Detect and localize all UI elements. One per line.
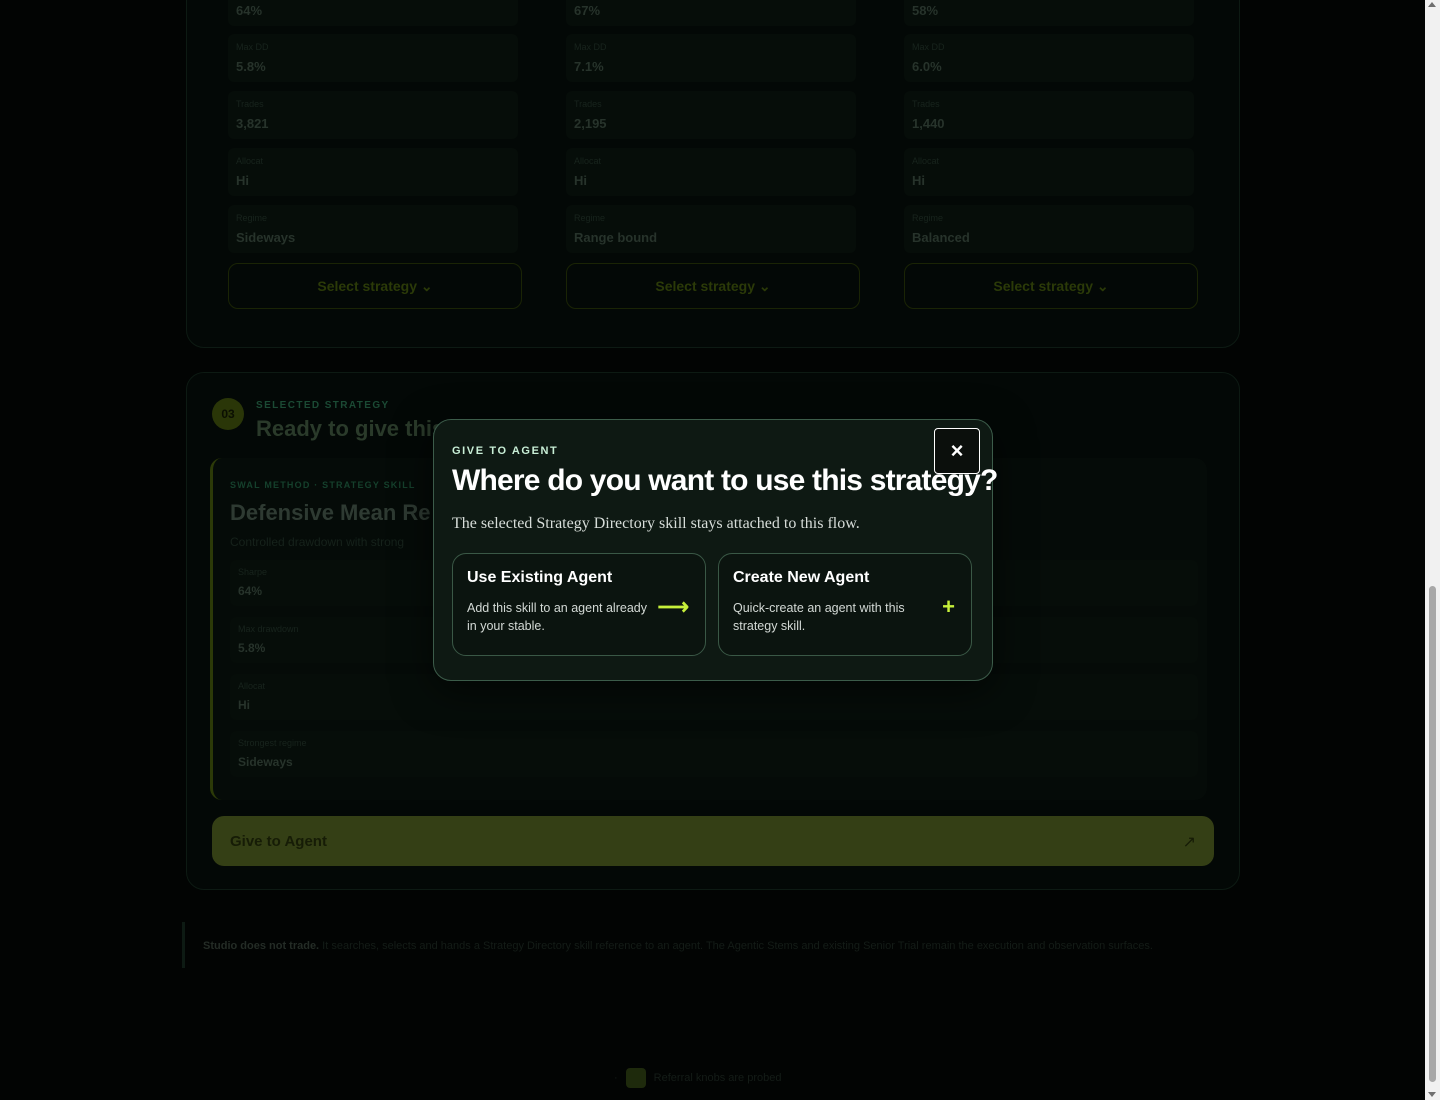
metric-value: Sideways xyxy=(238,755,293,769)
metric-value: 58% xyxy=(912,3,939,18)
metric-win-rate: 58% xyxy=(904,0,1194,26)
option-title: Use Existing Agent xyxy=(467,569,613,586)
metric-value: 5.8% xyxy=(238,641,266,655)
metric-win-rate: 64% xyxy=(228,0,518,26)
use-existing-agent-option[interactable]: Use Existing Agent Add this skill to an … xyxy=(452,553,706,656)
option-description: Add this skill to an agent already in yo… xyxy=(467,601,647,633)
card-kicker: SWAL METHOD · STRATEGY SKILL xyxy=(230,480,416,490)
metric-max-dd: Max DD 7.1% xyxy=(566,34,856,82)
metric-label: Allocat xyxy=(236,156,264,166)
page-scrollbar[interactable] xyxy=(1425,0,1440,1100)
logo-icon xyxy=(625,1068,646,1088)
note-text: Studio does not trade. It searches, sele… xyxy=(203,940,1153,952)
metric-win-rate: 67% xyxy=(566,0,856,26)
metric-label: Allocat xyxy=(238,681,266,691)
give-to-agent-label: Give to Agent xyxy=(230,833,327,850)
dialog-kicker: GIVE TO AGENT xyxy=(452,445,559,457)
metric-value: Sideways xyxy=(236,230,296,245)
create-new-agent-option[interactable]: Create New Agent Quick-create an agent w… xyxy=(718,553,972,656)
metric-label: Trades xyxy=(236,99,264,109)
metric-label: Max DD xyxy=(912,42,945,52)
close-icon: × xyxy=(950,438,964,463)
metric-value: Hi xyxy=(238,698,250,712)
metric-label: Max DD xyxy=(236,42,269,52)
option-description: Quick-create an agent with this strategy… xyxy=(733,601,905,633)
metric-label: Regime xyxy=(236,213,268,223)
metric-value: 1,440 xyxy=(912,116,945,131)
metric-label: Sharpe xyxy=(238,567,268,577)
selected-title: Ready to give this s xyxy=(256,416,463,441)
metric-value: Balanced xyxy=(912,230,970,245)
scroll-down-arrow-icon[interactable] xyxy=(1428,1092,1436,1097)
scrollbar-thumb[interactable] xyxy=(1429,586,1436,1082)
card-subtitle: Controlled drawdown with strong xyxy=(230,535,405,549)
metric-label: Allocat xyxy=(912,156,940,166)
dialog-title: Where do you want to use this strategy? xyxy=(452,464,998,497)
metric-value: 67% xyxy=(574,3,601,18)
footer: · Referral knobs are probed xyxy=(614,1068,781,1088)
footer-bullet: · xyxy=(614,1072,618,1084)
metric-value: 2,195 xyxy=(574,116,607,131)
footer-text: Referral knobs are probed xyxy=(653,1072,782,1084)
metric-max-dd: Max DD 6.0% xyxy=(904,34,1194,82)
metric-label: Max drawdown xyxy=(238,624,299,634)
metric-label: Allocat xyxy=(574,156,602,166)
arrow-up-right-icon: ↗ xyxy=(1182,834,1196,851)
metric-value: 7.1% xyxy=(574,59,604,74)
metric-trades: Trades 3,821 xyxy=(228,91,518,139)
metric-value: Hi xyxy=(912,173,925,188)
close-button[interactable]: × xyxy=(934,428,980,474)
metric-trades: Trades 2,195 xyxy=(566,91,856,139)
metric-label: Trades xyxy=(574,99,602,109)
give-to-agent-button[interactable]: Give to Agent ↗ xyxy=(212,816,1214,866)
option-title: Create New Agent xyxy=(733,569,870,586)
metric-label: Trades xyxy=(912,99,940,109)
select-strategy-button[interactable]: Select strategy ⌄ xyxy=(566,263,860,309)
metric-value: 6.0% xyxy=(912,59,942,74)
select-strategy-label: Select strategy xyxy=(993,278,1093,294)
metric-regime: Regime Range bound xyxy=(566,205,856,253)
metric-alloc: Allocat Hi xyxy=(566,148,856,196)
plus-icon: + xyxy=(942,594,955,619)
metric-value: Range bound xyxy=(574,230,658,245)
metric-label: Regime xyxy=(912,213,944,223)
metric-value: Hi xyxy=(574,173,587,188)
select-strategy-button[interactable]: Select strategy ⌄ xyxy=(904,263,1198,309)
note-body: It searches, selects and hands a Strateg… xyxy=(319,940,1153,952)
scroll-up-arrow-icon[interactable] xyxy=(1428,2,1436,7)
metric-alloc: Allocat Hi xyxy=(228,148,518,196)
metric-value: 64% xyxy=(236,3,263,18)
metric-label: Regime xyxy=(574,213,606,223)
metric-label: Strongest regime xyxy=(238,738,307,748)
metric-value: 5.8% xyxy=(236,59,266,74)
card-title: Defensive Mean Re xyxy=(230,500,431,525)
metric-value: Hi xyxy=(236,173,249,188)
metric-label: Max DD xyxy=(574,42,607,52)
select-strategy-label: Select strategy xyxy=(317,278,417,294)
metric-trades: Trades 1,440 xyxy=(904,91,1194,139)
detail-metric: Strongest regime Sideways xyxy=(230,731,1198,777)
note-bold: Studio does not trade. xyxy=(203,940,320,952)
give-to-agent-dialog: GIVE TO AGENT Where do you want to use t… xyxy=(433,419,998,681)
metric-value: 3,821 xyxy=(236,116,269,131)
metric-alloc: Allocat Hi xyxy=(904,148,1194,196)
dialog-description: The selected Strategy Directory skill st… xyxy=(452,515,860,532)
metric-regime: Regime Balanced xyxy=(904,205,1194,253)
select-strategy-button[interactable]: Select strategy ⌄ xyxy=(228,263,522,309)
metric-value: 64% xyxy=(238,584,263,598)
selected-kicker: SELECTED STRATEGY xyxy=(256,400,390,411)
select-strategy-label: Select strategy xyxy=(655,278,755,294)
step-badge: 03 xyxy=(212,398,244,430)
arrow-right-icon: ⟶ xyxy=(657,594,689,619)
metric-regime: Regime Sideways xyxy=(228,205,518,253)
metric-max-dd: Max DD 5.8% xyxy=(228,34,518,82)
studio-note: Studio does not trade. It searches, sele… xyxy=(182,922,1245,968)
